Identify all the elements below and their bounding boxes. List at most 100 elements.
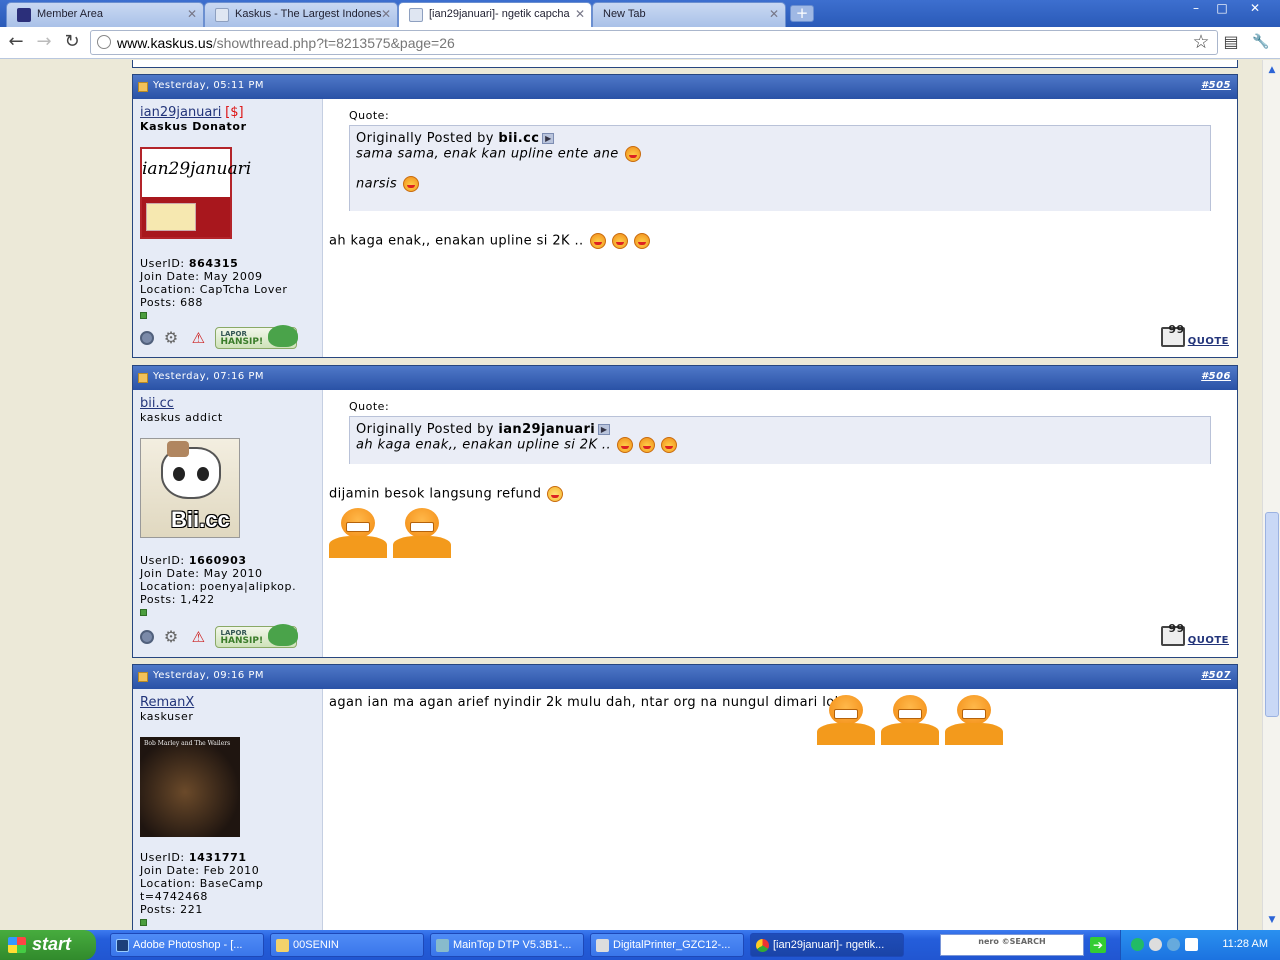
- photoshop-icon: [116, 939, 129, 952]
- folder-icon: [276, 939, 289, 952]
- report-icon[interactable]: ⚠: [192, 630, 208, 645]
- tray-network-icon[interactable]: [1131, 938, 1144, 951]
- browser-tabstrip: Member Area ✕ Kaskus - The Largest Indon…: [0, 0, 1280, 28]
- user-id: 1660903: [188, 554, 247, 567]
- post-number-link[interactable]: #505: [1201, 80, 1231, 91]
- close-tab-icon[interactable]: ✕: [769, 7, 779, 21]
- avatar-signature: ian29januari: [142, 159, 252, 179]
- user-avatar[interactable]: ian29januari: [140, 147, 252, 239]
- laugh-smiley-icon: [403, 176, 420, 192]
- location-extra: t=4742468: [140, 890, 208, 903]
- big-grin-icon: [393, 508, 451, 558]
- system-tray: 11:28 AM: [1120, 930, 1280, 960]
- start-button[interactable]: start: [0, 930, 96, 960]
- taskbar-item-photoshop[interactable]: Adobe Photoshop - [...: [110, 933, 264, 957]
- user-id: 1431771: [188, 851, 247, 864]
- user-avatar[interactable]: Bii.cc: [140, 438, 240, 538]
- view-post-arrow-icon[interactable]: ▶: [542, 133, 555, 144]
- laugh-smiley-icon: [660, 437, 677, 453]
- avatar-captcha-image: [142, 197, 230, 237]
- bookmark-star-icon[interactable]: ☆: [1190, 32, 1212, 54]
- username-link[interactable]: bii.cc: [140, 396, 174, 411]
- maximize-button[interactable]: □: [1208, 0, 1236, 18]
- tab-member-area[interactable]: Member Area ✕: [6, 2, 204, 27]
- clock[interactable]: 11:28 AM: [1222, 938, 1268, 950]
- report-icon[interactable]: ⚠: [192, 331, 208, 346]
- windows-logo-icon: [8, 937, 26, 953]
- quote-button[interactable]: QUOTE: [1160, 622, 1229, 646]
- user-avatar[interactable]: Bob Marley and The Wailers: [140, 737, 240, 837]
- post-header: Yesterday, 07:16 PM #506: [133, 366, 1237, 390]
- tab-label: Kaskus - The Largest Indones: [235, 8, 382, 20]
- lapor-hansip-button[interactable]: LAPOR HANSIP!: [215, 624, 299, 648]
- kaskus-favicon-icon: [17, 8, 31, 22]
- taskbar-item-maintop[interactable]: MainTop DTP V5.3B1-...: [430, 933, 584, 957]
- search-go-arrow-icon[interactable]: ➔: [1090, 937, 1106, 953]
- cat-face-icon: [161, 441, 221, 499]
- join-date: May 2009: [203, 270, 263, 283]
- username-link[interactable]: RemanX: [140, 695, 194, 710]
- user-info-pane: RemanX kaskuser Bob Marley and The Waile…: [133, 689, 323, 930]
- post-message: dijamin besok langsung refund: [329, 486, 564, 502]
- post-body: RemanX kaskuser Bob Marley and The Waile…: [133, 689, 1237, 930]
- taskbar-item-chrome[interactable]: [ian29januari]- ngetik...: [750, 933, 904, 957]
- user-actions: ⚙ ⚠ LAPOR HANSIP!: [140, 325, 299, 349]
- tab-kaskus[interactable]: Kaskus - The Largest Indones ✕: [204, 2, 398, 27]
- wrench-icon[interactable]: 🔧: [1250, 32, 1272, 54]
- vertical-scrollbar[interactable]: ▲ ▼: [1262, 60, 1280, 930]
- nero-search-box[interactable]: nero ©SEARCH: [940, 934, 1084, 956]
- tray-monitor-icon[interactable]: [1185, 938, 1198, 951]
- close-tab-icon[interactable]: ✕: [187, 7, 197, 21]
- profile-icon[interactable]: [140, 630, 154, 644]
- reputation-icon[interactable]: ⚙: [164, 330, 182, 346]
- new-tab-button[interactable]: +: [790, 5, 814, 22]
- laugh-smiley-icon: [611, 233, 628, 249]
- user-actions: ⚙ ⚠ LAPOR HANSIP!: [140, 624, 299, 648]
- page-viewport: Yesterday, 05:11 PM #505 ian29januari [$…: [0, 60, 1262, 930]
- forward-button[interactable]: →: [33, 32, 55, 54]
- back-button[interactable]: ←: [5, 32, 27, 54]
- reputation-icon[interactable]: ⚙: [164, 629, 182, 645]
- post-status-icon: [138, 82, 148, 92]
- user-location: BaseCamp: [199, 877, 264, 890]
- post-number-link[interactable]: #507: [1201, 670, 1231, 681]
- tab-current-thread[interactable]: [ian29januari]- ngetik capcha ✕: [398, 2, 592, 28]
- post-505: Yesterday, 05:11 PM #505 ian29januari [$…: [132, 74, 1238, 358]
- laugh-smiley-icon: [633, 233, 650, 249]
- page-menu-icon[interactable]: ▤: [1220, 32, 1242, 54]
- tab-new[interactable]: New Tab ✕: [592, 2, 786, 27]
- online-status-icon: [140, 919, 147, 926]
- minimize-button[interactable]: –: [1182, 0, 1210, 18]
- tray-app-icon[interactable]: [1149, 938, 1162, 951]
- quote-button[interactable]: QUOTE: [1160, 323, 1229, 347]
- post-number-link[interactable]: #506: [1201, 371, 1231, 382]
- view-post-arrow-icon[interactable]: ▶: [598, 424, 611, 435]
- lapor-hansip-button[interactable]: LAPOR HANSIP!: [215, 325, 299, 349]
- username-link[interactable]: ian29januari: [140, 105, 221, 120]
- close-tab-icon[interactable]: ✕: [381, 7, 391, 21]
- tab-label: [ian29januari]- ngetik capcha: [429, 8, 570, 20]
- quote-box: Originally Posted by ian29januari ▶ ah ka…: [349, 416, 1211, 464]
- scrollbar-thumb[interactable]: [1265, 512, 1279, 717]
- profile-icon[interactable]: [140, 331, 154, 345]
- user-title: kaskuser: [140, 710, 194, 723]
- quote-icon: [1160, 323, 1185, 347]
- scroll-up-arrow-icon[interactable]: ▲: [1264, 62, 1280, 78]
- reload-button[interactable]: ↻: [61, 32, 83, 54]
- url-path: /showthread.php?t=8213575&page=26: [212, 35, 455, 51]
- big-grin-icon: [945, 695, 1003, 745]
- laugh-smiley-icon: [638, 437, 655, 453]
- tray-app-icon[interactable]: [1167, 938, 1180, 951]
- close-window-button[interactable]: ✕: [1240, 0, 1270, 18]
- post-message: agan ian ma agan arief nyindir 2k mulu d…: [329, 695, 844, 710]
- address-bar[interactable]: www.kaskus.us/showthread.php?t=8213575&p…: [90, 30, 1218, 55]
- big-grin-icon: [329, 508, 387, 558]
- laugh-smiley-icon: [589, 233, 606, 249]
- taskbar-item-digitalprinter[interactable]: DigitalPrinter_GZC12-...: [590, 933, 744, 957]
- hansip-cap-icon: [268, 624, 299, 646]
- scroll-down-arrow-icon[interactable]: ▼: [1264, 912, 1280, 928]
- post-header: Yesterday, 09:16 PM #507: [133, 665, 1237, 689]
- close-tab-icon[interactable]: ✕: [575, 7, 585, 21]
- taskbar-item-folder[interactable]: 00SENIN: [270, 933, 424, 957]
- browser-toolbar: ← → ↻ www.kaskus.us/showthread.php?t=821…: [0, 27, 1280, 59]
